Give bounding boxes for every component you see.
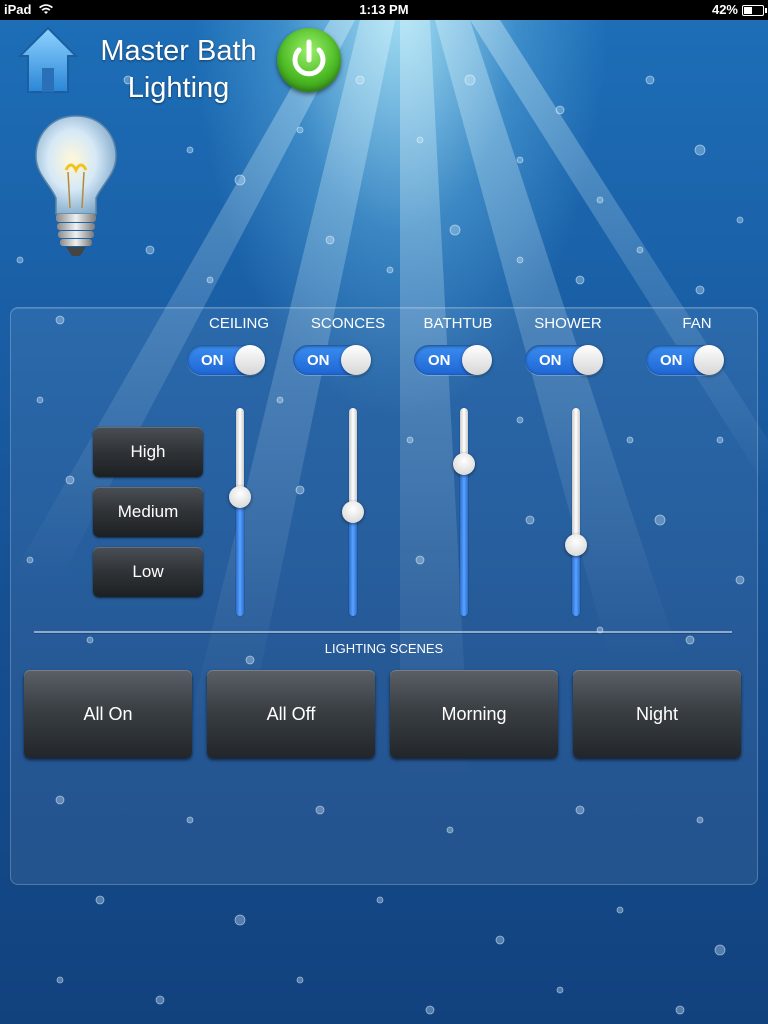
slider-thumb[interactable] <box>453 453 475 475</box>
slider-track-empty <box>349 408 357 512</box>
switch-ceiling[interactable]: ON <box>187 345 265 375</box>
slider-track-filled <box>460 464 468 616</box>
switch-ceiling-state: ON <box>201 352 224 369</box>
slider-track-filled <box>349 512 357 616</box>
power-icon <box>292 39 326 77</box>
slider-track-empty <box>572 408 580 545</box>
label-shower: SHOWER <box>534 315 602 332</box>
switch-shower[interactable]: ON <box>525 345 603 375</box>
level-high-button[interactable]: High <box>93 427 203 477</box>
switch-sconces-state: ON <box>307 352 330 369</box>
level-low-button[interactable]: Low <box>93 547 203 597</box>
battery-percent: 42% <box>711 2 738 17</box>
scene-all-off-button[interactable]: All Off <box>207 670 375 758</box>
slider-track-empty <box>236 408 244 497</box>
scene-all-on-button[interactable]: All On <box>24 670 192 758</box>
switch-knob <box>341 345 371 375</box>
title-line1: Master Bath <box>100 35 257 67</box>
battery-icon <box>742 5 767 16</box>
slider-bathtub[interactable] <box>449 408 479 616</box>
label-sconces: SCONCES <box>310 315 386 332</box>
home-button[interactable] <box>17 26 79 96</box>
label-bathtub: BATHTUB <box>423 315 493 332</box>
scenes-heading: LIGHTING SCENES <box>324 641 444 656</box>
slider-thumb[interactable] <box>342 501 364 523</box>
switch-bathtub-state: ON <box>428 352 451 369</box>
title-line2: Lighting <box>127 72 230 104</box>
slider-shower[interactable] <box>561 408 591 616</box>
light-bulb-icon <box>30 112 122 262</box>
label-ceiling: CEILING <box>208 315 269 332</box>
level-medium-button[interactable]: Medium <box>93 487 203 537</box>
status-bar: iPad 1:13 PM 42% <box>0 0 768 20</box>
slider-thumb[interactable] <box>229 486 251 508</box>
switch-knob <box>462 345 492 375</box>
power-button[interactable] <box>277 28 341 92</box>
switch-knob <box>694 345 724 375</box>
label-fan: FAN <box>682 315 712 332</box>
switch-sconces[interactable]: ON <box>293 345 371 375</box>
clock: 1:13 PM <box>359 2 409 17</box>
home-icon <box>17 26 79 93</box>
scene-night-button[interactable]: Night <box>573 670 741 758</box>
switch-knob <box>235 345 265 375</box>
switch-bathtub[interactable]: ON <box>414 345 492 375</box>
slider-thumb[interactable] <box>565 534 587 556</box>
slider-track-filled <box>236 497 244 616</box>
scene-morning-button[interactable]: Morning <box>390 670 558 758</box>
slider-ceiling[interactable] <box>225 408 255 616</box>
switch-fan-state: ON <box>660 352 683 369</box>
page-title: Master Bath Lighting <box>86 33 271 107</box>
switch-shower-state: ON <box>539 352 562 369</box>
slider-sconces[interactable] <box>338 408 368 616</box>
switch-fan[interactable]: ON <box>646 345 724 375</box>
switch-knob <box>573 345 603 375</box>
divider <box>34 631 732 633</box>
